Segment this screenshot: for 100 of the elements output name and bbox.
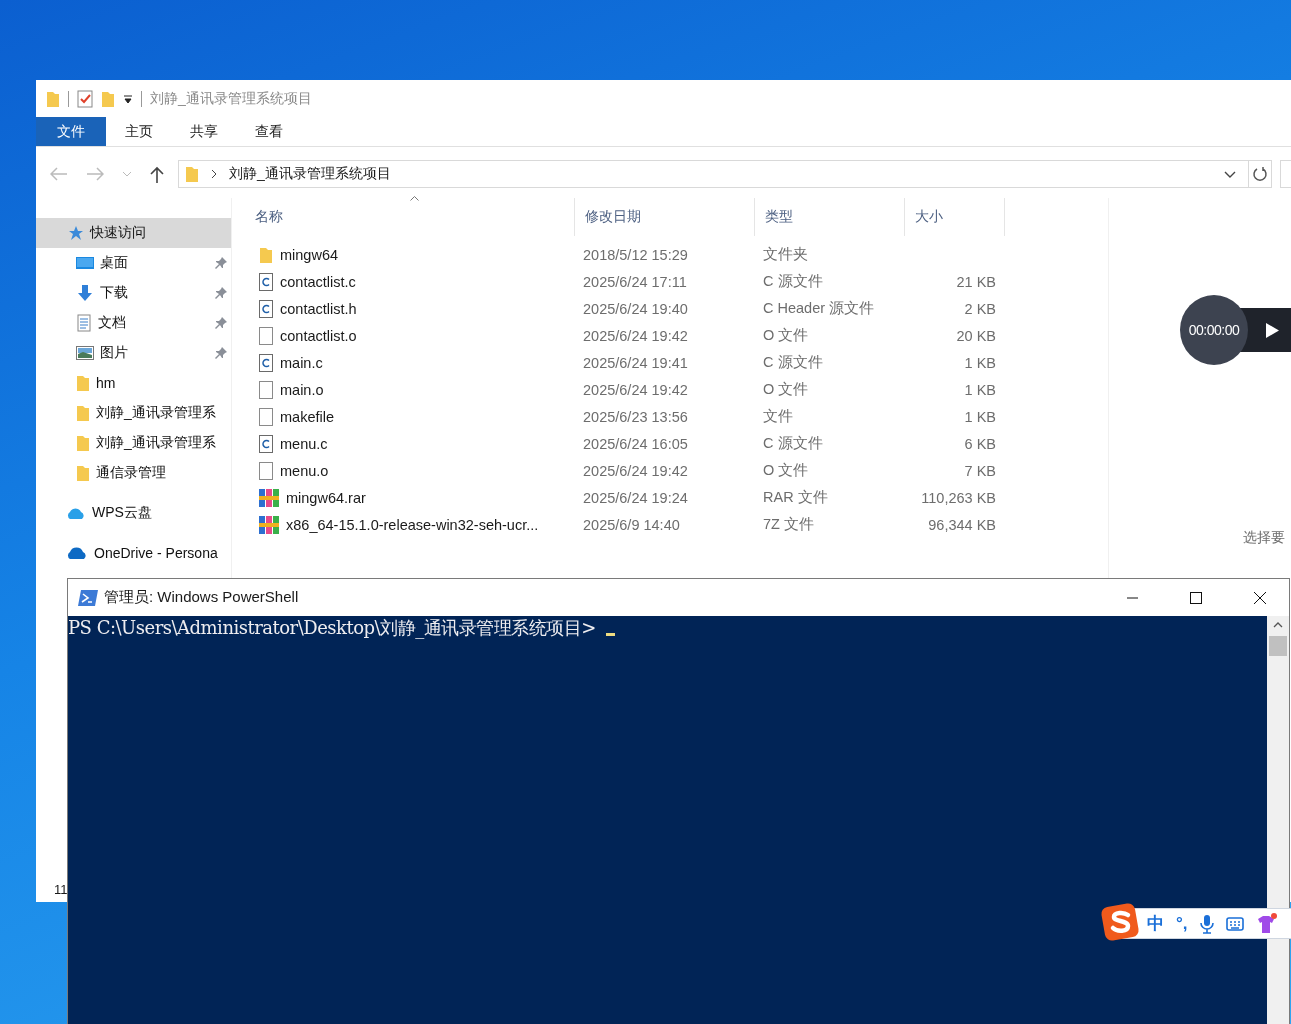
pin-icon[interactable]: [215, 347, 227, 359]
pin-icon[interactable]: [215, 317, 227, 329]
keyboard-icon[interactable]: [1225, 916, 1244, 931]
sidebar-label: 通信录管理: [96, 464, 166, 482]
cloud-icon: [66, 546, 88, 560]
date-cell-text: 2025/6/24 19:42: [582, 462, 689, 479]
punctuation-toggle[interactable]: °,: [1176, 913, 1188, 934]
type-cell-text: C 源文件: [762, 434, 824, 453]
pin-icon[interactable]: [215, 287, 227, 299]
input-mode-toggle[interactable]: 中: [1147, 912, 1164, 935]
chevron-right-icon[interactable]: [211, 169, 217, 179]
column-header[interactable]: 大小: [905, 198, 1005, 236]
status-text: 11: [54, 881, 68, 897]
file-row[interactable]: mingw64.rar 2025/6/24 19:24 RAR 文件 110,263 KB: [245, 484, 1108, 511]
sidebar-item[interactable]: 文档: [36, 308, 231, 338]
size-cell-text: 20 KB: [955, 327, 997, 344]
chevron-down-icon[interactable]: [1224, 170, 1236, 178]
dropdown-icon[interactable]: [123, 93, 133, 104]
play-icon[interactable]: [1266, 322, 1279, 338]
sidebar-item[interactable]: 下载: [36, 278, 231, 308]
back-icon[interactable]: [50, 167, 68, 181]
sidebar-label: 下载: [100, 284, 128, 302]
sidebar-item[interactable]: OneDrive - Persona: [36, 538, 231, 568]
file-row[interactable]: contactlist.o 2025/6/24 19:42 O 文件 20 KB: [245, 322, 1108, 349]
sidebar-item[interactable]: 刘静_通讯录管理系: [36, 428, 231, 458]
size-cell-text: 1 KB: [963, 408, 997, 425]
file-name: mingw64.rar: [286, 489, 366, 506]
ime-logo-icon[interactable]: [1100, 902, 1140, 942]
picture-icon: [76, 346, 94, 360]
file-row[interactable]: x86_64-15.1.0-release-win32-seh-ucr... 2025/6/9 14:40 7Z 文件 96,344 KB: [245, 511, 1108, 538]
sidebar-item[interactable]: 刘静_通讯录管理系: [36, 398, 231, 428]
file-name: contactlist.c: [280, 273, 356, 290]
search-field[interactable]: [1280, 160, 1291, 188]
file-row[interactable]: main.o 2025/6/24 19:42 O 文件 1 KB: [245, 376, 1108, 403]
size-cell-text: 6 KB: [963, 435, 997, 452]
type-cell-text: C 源文件: [762, 272, 824, 291]
up-icon[interactable]: [150, 165, 164, 183]
size-cell-text: 21 KB: [955, 273, 997, 290]
preview-hint: 选择要: [1243, 529, 1285, 547]
folder-icon: [259, 245, 273, 264]
date-cell-text: 2025/6/24 16:05: [582, 435, 689, 452]
date-cell-text: 2025/6/24 19:41: [582, 354, 689, 371]
file-row[interactable]: menu.c 2025/6/24 16:05 C 源文件 6 KB: [245, 430, 1108, 457]
c-file-icon: [259, 272, 273, 291]
file-row[interactable]: contactlist.h 2025/6/24 19:40 C Header 源文件 2 KB: [245, 295, 1108, 322]
sidebar-label: OneDrive - Persona: [94, 545, 218, 561]
sidebar-item[interactable]: 快速访问: [36, 218, 231, 248]
sidebar-item[interactable]: WPS云盘: [36, 498, 231, 528]
date-cell-text: 2025/6/24 19:42: [582, 327, 689, 344]
download-icon: [76, 284, 94, 302]
size-cell-text: 2 KB: [963, 300, 997, 317]
sidebar-item[interactable]: hm: [36, 368, 231, 398]
c-file-icon: [259, 299, 273, 318]
address-bar[interactable]: 刘静_通讯录管理系统项目: [178, 160, 1272, 188]
forward-icon[interactable]: [86, 167, 104, 181]
microphone-icon[interactable]: [1199, 913, 1214, 934]
scrollbar[interactable]: [1267, 616, 1289, 1024]
sidebar-item[interactable]: 桌面: [36, 248, 231, 278]
size-cell-text: 1 KB: [963, 381, 997, 398]
c-file-icon: [259, 434, 273, 453]
column-header[interactable]: 名称: [245, 198, 575, 236]
file-name: makefile: [280, 408, 334, 425]
sort-caret-icon: [409, 196, 419, 201]
file-row[interactable]: mingw64 2018/5/12 15:29 文件夹: [245, 241, 1108, 268]
window-title: 管理员: Windows PowerShell: [104, 588, 300, 607]
folder-icon: [185, 165, 199, 183]
minimize-icon: [1126, 596, 1138, 599]
shirt-icon[interactable]: [1255, 912, 1278, 935]
sidebar-item[interactable]: 通信录管理: [36, 458, 231, 488]
scroll-thumb[interactable]: [1269, 636, 1287, 656]
properties-icon[interactable]: [77, 89, 93, 108]
column-header[interactable]: 修改日期: [575, 198, 755, 236]
c-file-icon: [259, 353, 273, 372]
file-row[interactable]: main.c 2025/6/24 19:41 C 源文件 1 KB: [245, 349, 1108, 376]
pin-icon[interactable]: [215, 257, 227, 269]
sidebar-label: 刘静_通讯录管理系: [96, 404, 216, 422]
close-icon: [1254, 591, 1266, 604]
file-row[interactable]: contactlist.c 2025/6/24 17:11 C 源文件 21 KB: [245, 268, 1108, 295]
file-row[interactable]: makefile 2025/6/23 13:56 文件 1 KB: [245, 403, 1108, 430]
file-name: main.o: [280, 381, 324, 398]
file-name: contactlist.h: [280, 300, 357, 317]
scroll-up-icon[interactable]: [1273, 622, 1283, 628]
ribbon-tab[interactable]: 文件: [36, 117, 106, 146]
sidebar-label: 桌面: [100, 254, 128, 272]
file-icon: [259, 380, 273, 399]
folder-icon: [76, 464, 90, 482]
file-name: mingw64: [280, 246, 339, 263]
archive-icon: [259, 514, 279, 535]
type-cell-text: 文件夹: [762, 245, 809, 264]
sidebar-item[interactable]: 图片: [36, 338, 231, 368]
file-row[interactable]: menu.o 2025/6/24 19:42 O 文件 7 KB: [245, 457, 1108, 484]
file-name: menu.c: [280, 435, 328, 452]
file-name: contactlist.o: [280, 327, 357, 344]
column-header[interactable]: 类型: [755, 198, 905, 236]
file-icon: [259, 326, 273, 345]
type-cell-text: O 文件: [762, 380, 810, 399]
archive-icon: [259, 487, 279, 508]
sidebar-label: 文档: [98, 314, 126, 332]
sidebar-label: 图片: [100, 344, 128, 362]
powershell-icon: [78, 589, 98, 606]
